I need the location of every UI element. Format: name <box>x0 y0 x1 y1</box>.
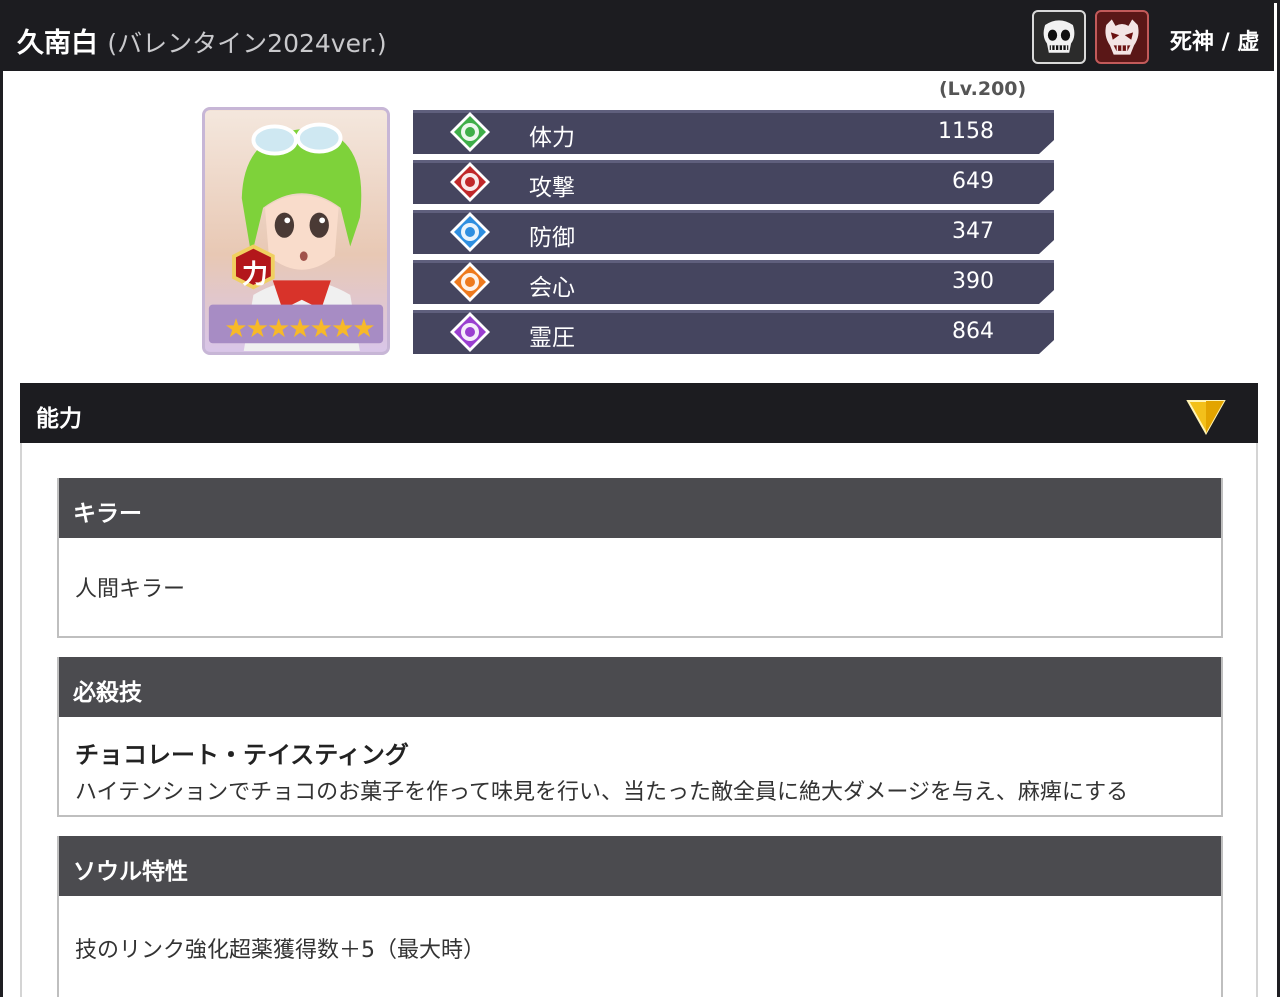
hp-icon <box>450 112 490 152</box>
abilities-panel-header[interactable]: 能力 <box>20 383 1258 443</box>
special-move-name: チョコレート・テイスティング <box>75 741 409 769</box>
special-move-section: 必殺技 チョコレート・テイスティング ハイテンションでチョコのお菓子を作って味見… <box>57 657 1223 817</box>
hollow-mask-icon <box>1095 10 1149 64</box>
stat-row: 体力 1158 <box>413 110 1054 154</box>
affiliation-label: 死神 / 虚 <box>1170 30 1260 55</box>
attack-icon <box>450 162 490 202</box>
stat-label: 攻撃 <box>529 175 575 201</box>
character-header: 久南白 (バレンタイン2024ver.) 死神 / 虚 <box>0 0 1274 71</box>
character-variant: (バレンタイン2024ver.) <box>107 29 387 58</box>
stat-label: 体力 <box>529 125 575 151</box>
level-label: (Lv.200) <box>939 78 1027 100</box>
rarity-stars: ★★★★★★★ <box>224 314 375 344</box>
stat-row: 霊圧 864 <box>413 310 1054 354</box>
stat-label: 会心 <box>529 275 575 301</box>
killer-text: 人間キラー <box>75 577 186 602</box>
stat-value: 649 <box>952 169 994 194</box>
defense-icon <box>450 212 490 252</box>
chevron-down-icon[interactable] <box>1186 399 1226 435</box>
soul-trait-text: 技のリンク強化超薬獲得数＋5（最大時） <box>75 938 485 963</box>
special-move-description: ハイテンションでチョコのお菓子を作って味見を行い、当たった敵全員に絶大ダメージを… <box>75 780 1129 805</box>
character-portrait[interactable]: 力 ★★★★★★★ <box>202 107 390 355</box>
killer-section: キラー 人間キラー <box>57 478 1223 638</box>
stat-value: 347 <box>952 219 994 244</box>
stat-value: 390 <box>952 269 994 294</box>
character-title: 久南白 (バレンタイン2024ver.) <box>17 21 387 60</box>
abilities-title: 能力 <box>36 406 82 432</box>
stat-value: 1158 <box>938 119 994 144</box>
critical-icon <box>450 262 490 302</box>
stat-row: 会心 390 <box>413 260 1054 304</box>
special-move-heading: 必殺技 <box>59 657 1221 717</box>
spirit-icon <box>450 312 490 352</box>
soul-trait-section: ソウル特性 技のリンク強化超薬獲得数＋5（最大時） <box>57 836 1223 997</box>
attribute-glyph: 力 <box>241 260 268 290</box>
stat-row: 攻撃 649 <box>413 160 1054 204</box>
stat-label: 霊圧 <box>529 325 575 351</box>
stat-value: 864 <box>952 319 994 344</box>
soul-trait-heading: ソウル特性 <box>59 836 1221 896</box>
killer-heading: キラー <box>59 478 1221 538</box>
stat-label: 防御 <box>529 225 575 251</box>
skull-mask-icon <box>1032 10 1086 64</box>
stat-row: 防御 347 <box>413 210 1054 254</box>
character-name: 久南白 <box>17 28 98 59</box>
